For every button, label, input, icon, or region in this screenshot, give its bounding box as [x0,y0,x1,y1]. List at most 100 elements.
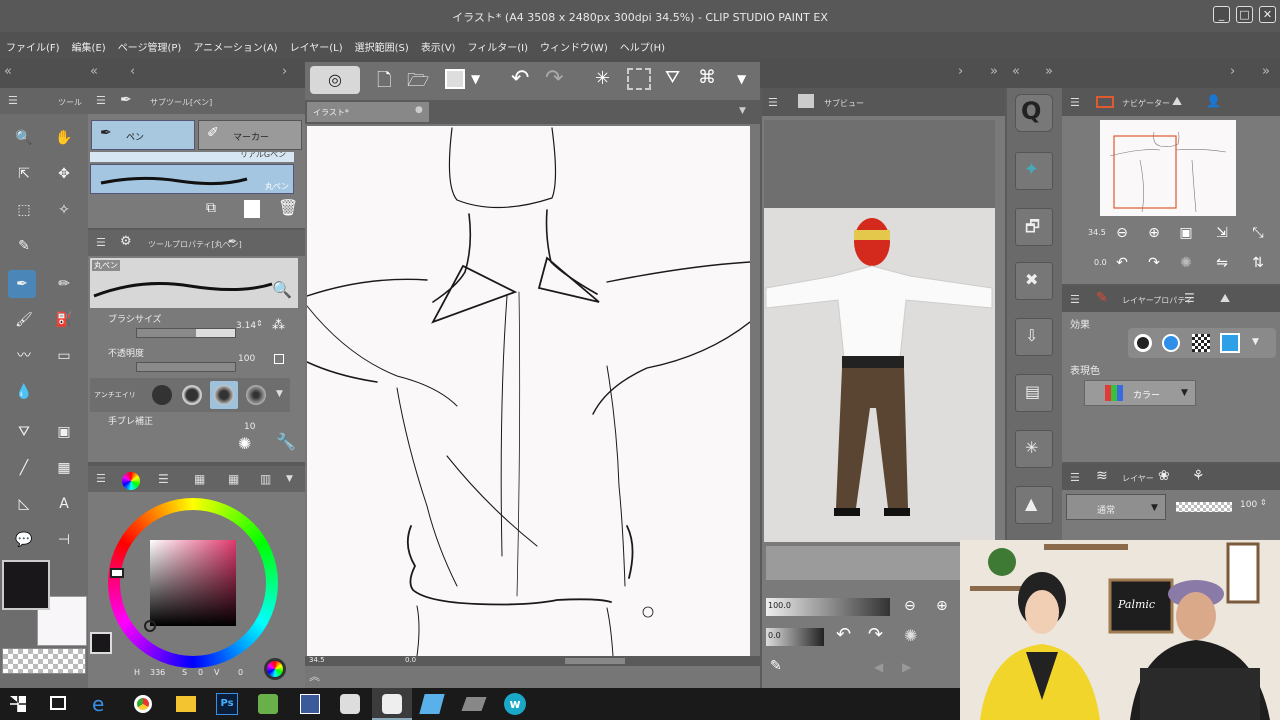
horizontal-scrollbar[interactable] [565,658,625,664]
ruler-icon[interactable]: ◺ [10,490,38,518]
move-layer-icon[interactable]: ✥ [50,160,78,188]
airbrush-icon[interactable]: ⛽ [50,306,78,334]
spinner-icon[interactable]: ⇕ [256,319,263,328]
task-view-icon[interactable] [50,696,66,710]
chevron-up-icon[interactable]: ︽ [309,668,320,684]
start-icon[interactable] [10,696,26,712]
chevron-down-icon[interactable]: ▼ [737,72,746,86]
transform-icon[interactable] [627,68,651,90]
clear-icon[interactable]: ✳ [595,68,610,89]
edge-icon[interactable]: e [92,692,104,716]
wrench-icon[interactable]: 🔧 [276,432,296,451]
rotate-left-icon[interactable]: ↶ [836,624,851,645]
close-tab-icon[interactable]: ● [415,105,423,115]
app-icon[interactable] [258,694,278,714]
color-mode-icon[interactable] [264,658,286,680]
chrome-icon[interactable] [134,695,152,713]
zoom-in-icon[interactable]: ⊕ [936,598,948,614]
opacity-value[interactable]: 100 [238,354,255,364]
open-file-icon[interactable]: 🗁 [407,68,429,98]
selection-icon[interactable]: ⌘ [698,67,716,88]
stabilization-value[interactable]: 10 [244,422,255,432]
menu-edit[interactable]: 編集(E) [66,32,112,54]
tab-icon[interactable]: ⛰ [1172,94,1182,109]
app-icon-3[interactable] [419,694,445,714]
layer-property-tab-label[interactable]: レイヤープロパティ [1122,295,1193,306]
new-subtool-icon[interactable] [244,200,260,218]
app-icon-4[interactable] [461,697,487,711]
brush-size-slider[interactable] [136,328,236,338]
subview-angle-value[interactable]: 0.0 [768,631,781,640]
menu-icon[interactable]: ☰ [8,94,18,107]
antialias-weak-icon[interactable] [182,385,202,405]
opacity-slider[interactable] [136,362,236,372]
new-file-icon[interactable]: 🗋 [377,68,391,98]
canvas-angle-value[interactable]: 0.0 [405,656,416,664]
antialias-mid-selected[interactable] [210,381,238,409]
border-effect-icon[interactable] [1134,334,1152,352]
clip-studio-icon[interactable] [340,694,360,714]
tab-icon[interactable]: ☰ [1184,291,1195,305]
chevron-left-icon[interactable]: ‹ [130,64,135,79]
material-frame-icon[interactable]: ▤ [1015,374,1053,412]
eyedropper-icon[interactable]: ✎ [10,232,38,260]
close-button[interactable]: ✕ [1259,6,1276,23]
hue-picker-handle[interactable] [110,568,124,578]
collapse-left-icon[interactable]: « [4,64,12,79]
color-wheel-tab-icon[interactable] [122,472,140,490]
navigator-tab-label[interactable]: ナビゲーター [1122,98,1170,109]
trash-icon[interactable]: 🗑 [278,198,298,217]
expression-color-select[interactable]: カラー ▼ [1084,380,1196,406]
undo-icon[interactable]: ↶ [511,66,529,91]
antialias-strong-icon[interactable] [246,385,266,405]
rotate-left-icon[interactable]: ↶ [1110,252,1134,274]
brush-list-item-partial[interactable]: リアルGペン [90,152,294,162]
chevron-right-icon[interactable]: › [1230,64,1235,79]
material-pattern-icon[interactable]: ✖ [1015,262,1053,300]
menu-icon[interactable]: ☰ [96,94,106,107]
minimize-button[interactable]: _ [1213,6,1230,23]
menu-file[interactable]: ファイル(F) [0,32,66,54]
navigator-zoom-value[interactable]: 34.5 [1088,228,1106,237]
mini-main-color[interactable] [90,632,112,654]
hand-icon[interactable]: ✋ [50,124,78,152]
reset-rotation-icon[interactable]: ✺ [904,626,917,645]
reset-rotation-icon[interactable]: ✺ [1174,252,1198,274]
collapse-left-icon[interactable]: « [90,64,98,79]
layer-opacity-value[interactable]: 100 [1240,500,1257,510]
menu-icon[interactable]: ☰ [1070,471,1080,484]
app-icon-5[interactable]: w [504,693,526,715]
explorer-icon[interactable] [176,696,196,712]
search-icon[interactable]: 🔍 [272,280,292,299]
layer-opacity-slider[interactable] [1176,502,1232,512]
fit-icon[interactable]: ⇲ [1210,222,1234,244]
layer-tab-label[interactable]: レイヤー [1122,473,1154,484]
subview-zoom-slider[interactable]: 100.0 [766,598,890,616]
previous-image-icon[interactable]: ◀ [874,660,883,674]
flip-vertical-icon[interactable]: ⇅ [1246,252,1270,274]
redo-icon[interactable]: ↷ [545,66,563,91]
sv-picker-handle[interactable] [144,620,156,632]
flip-horizontal-icon[interactable]: ⇋ [1210,252,1234,274]
menu-icon[interactable]: ☰ [1070,96,1080,109]
spinner-icon[interactable]: ⇕ [1260,498,1267,507]
pen-icon[interactable]: ✒ [228,235,237,248]
copy-subtool-icon[interactable]: ⧉ [206,200,216,216]
selection-icon[interactable]: ⬚ [10,196,38,224]
eraser-icon[interactable]: ▭ [50,342,78,370]
menu-icon[interactable]: ☰ [96,472,106,485]
intermediate-color-tab-icon[interactable]: ▦ [228,472,239,486]
menu-icon[interactable]: ☰ [96,236,106,249]
fill-icon[interactable]: ⛛ [665,67,680,88]
actual-size-icon[interactable]: ▣ [1174,222,1198,244]
menu-view[interactable]: 表示(V) [415,32,462,54]
saturation-value-square[interactable] [150,540,236,626]
brush-list-item-selected[interactable]: 丸ペン [90,164,294,194]
menu-window[interactable]: ウィンドウ(W) [534,32,614,54]
brush-icon[interactable]: 🖌 [10,306,38,334]
auto-select-icon[interactable]: ✧ [50,196,78,224]
brush-size-settings-icon[interactable]: ⁂ [272,318,285,333]
decoration-icon[interactable]: 〰 [10,342,38,370]
zoom-in-icon[interactable]: ⊕ [1142,222,1166,244]
menu-page[interactable]: ページ管理(P) [112,32,188,54]
